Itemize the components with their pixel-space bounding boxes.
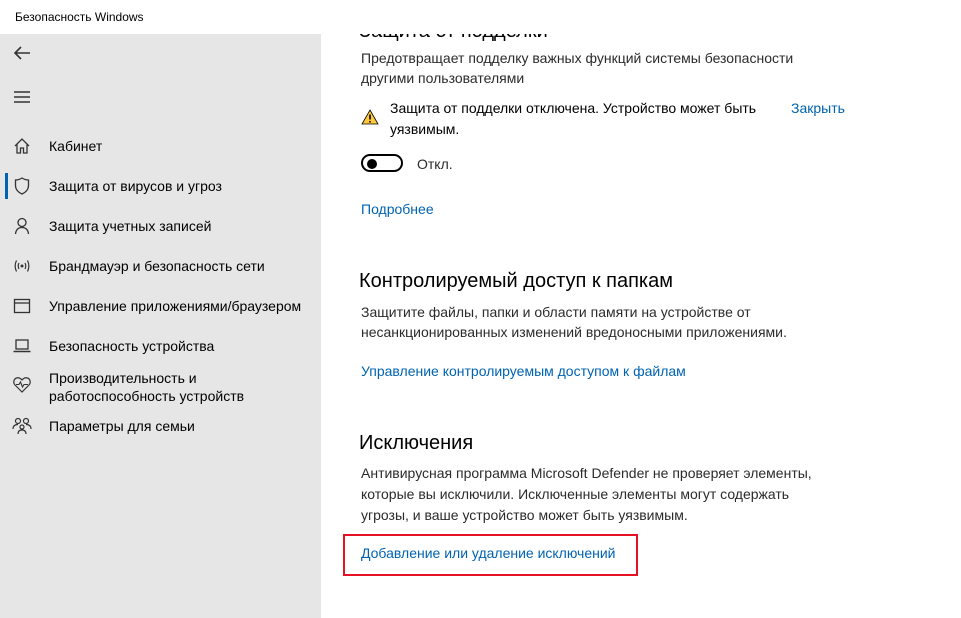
- title-bar: Безопасность Windows: [0, 0, 961, 34]
- heart-pulse-icon: [12, 374, 32, 394]
- sidebar-item-home[interactable]: Кабинет: [0, 134, 321, 158]
- learn-more-link[interactable]: Подробнее: [361, 201, 434, 217]
- toggle-state-label: Откл.: [417, 156, 453, 172]
- exclusions-description-line2: которые вы исключили. Исключенные элемен…: [361, 486, 790, 502]
- menu-button[interactable]: [2, 79, 42, 115]
- sidebar-item-firewall[interactable]: Брандмауэр и безопасность сети: [0, 254, 321, 278]
- tamper-protection-heading: Защита от подделки: [359, 34, 548, 43]
- tamper-protection-toggle[interactable]: [361, 154, 403, 172]
- sidebar-item-label: Защита от вирусов и угроз: [49, 178, 222, 194]
- window-title: Безопасность Windows: [15, 10, 144, 24]
- app-window-icon: [12, 296, 32, 316]
- sidebar-item-label: Брандмауэр и безопасность сети: [49, 258, 265, 274]
- tamper-description-line1: Предотвращает подделку важных функций си…: [361, 50, 794, 66]
- sidebar-item-virus-protection[interactable]: Защита от вирусов и угроз: [0, 173, 321, 199]
- dismiss-warning-link[interactable]: Закрыть: [791, 100, 845, 116]
- exclusions-description-line1: Антивирусная программа Microsoft Defende…: [361, 465, 812, 481]
- sidebar-item-app-browser-control[interactable]: Управление приложениями/браузером: [0, 294, 321, 318]
- sidebar-item-label-line1: Производительность и: [49, 370, 197, 386]
- active-indicator: [5, 173, 8, 199]
- sidebar-item-label: Кабинет: [49, 138, 103, 154]
- sidebar-item-device-performance[interactable]: Производительность и работоспособность у…: [0, 367, 321, 405]
- folder-access-heading: Контролируемый доступ к папкам: [359, 270, 673, 292]
- sidebar: Кабинет Защита от вирусов и угроз Защита…: [0, 34, 321, 618]
- home-icon: [12, 136, 32, 156]
- folder-access-description-line2: несанкционированных изменений вредоносны…: [361, 324, 787, 340]
- exclusions-description-line3: угрозы, и ваше устройство может быть уяз…: [361, 507, 688, 523]
- exclusions-heading: Исключения: [359, 432, 474, 454]
- tamper-warning-line1: Защита от подделки отключена. Устройство…: [390, 100, 757, 116]
- toggle-knob: [367, 159, 377, 169]
- add-remove-exclusions-link[interactable]: Добавление или удаление исключений: [361, 545, 616, 561]
- sidebar-item-label: Параметры для семьи: [49, 418, 195, 434]
- shield-icon: [12, 176, 32, 196]
- back-arrow-icon: [13, 46, 30, 60]
- manage-folder-access-link[interactable]: Управление контролируемым доступом к фай…: [361, 363, 686, 379]
- main-content: Защита от подделки Предотвращает подделк…: [321, 34, 961, 618]
- back-button[interactable]: [2, 35, 42, 71]
- laptop-icon: [12, 336, 32, 356]
- sidebar-item-label: Безопасность устройства: [49, 338, 215, 354]
- person-icon: [12, 216, 32, 236]
- tamper-warning-line2: уязвимым.: [390, 121, 460, 137]
- hamburger-icon: [14, 91, 30, 103]
- wifi-antenna-icon: [12, 256, 32, 276]
- family-icon: [12, 416, 32, 436]
- sidebar-item-family-options[interactable]: Параметры для семьи: [0, 414, 321, 438]
- sidebar-item-device-security[interactable]: Безопасность устройства: [0, 334, 321, 358]
- sidebar-item-account-protection[interactable]: Защита учетных записей: [0, 214, 321, 238]
- sidebar-item-label: Управление приложениями/браузером: [49, 298, 302, 314]
- tamper-description-line2: другими пользователями: [361, 70, 525, 86]
- sidebar-item-label: Защита учетных записей: [49, 218, 212, 234]
- folder-access-description-line1: Защитите файлы, папки и области памяти н…: [361, 304, 751, 320]
- sidebar-item-label-line2: работоспособность устройств: [49, 388, 245, 404]
- warning-icon: [361, 109, 379, 127]
